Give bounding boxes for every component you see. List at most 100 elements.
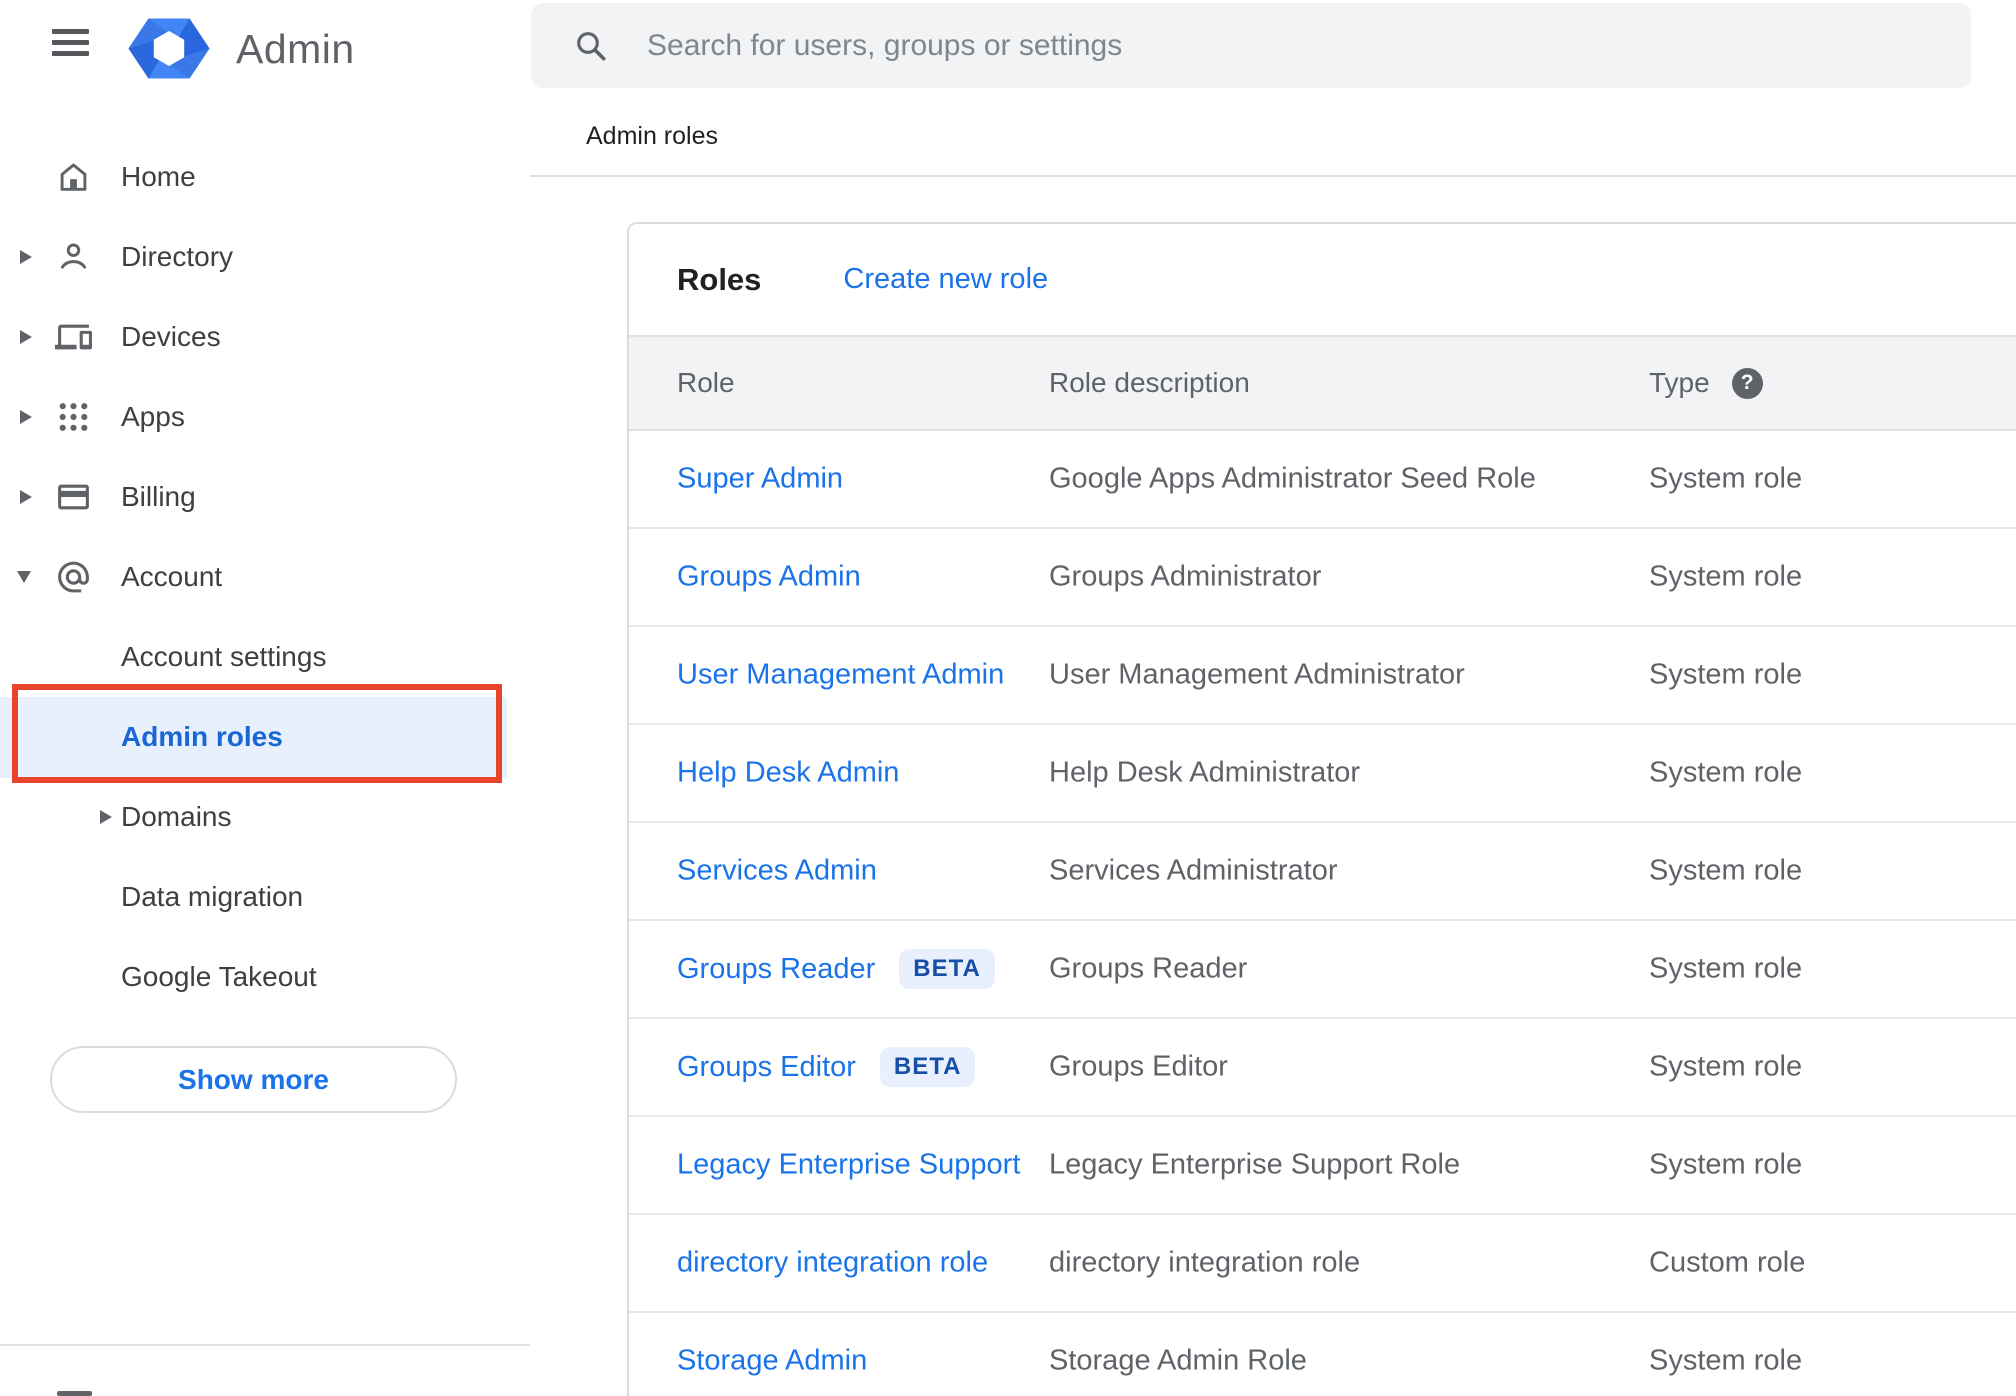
at-sign-icon bbox=[55, 559, 92, 596]
expand-caret-icon[interactable] bbox=[20, 490, 32, 504]
sidebar-item-devices[interactable]: Devices bbox=[0, 297, 530, 377]
sidebar-item-label: Directory bbox=[121, 241, 234, 272]
search-icon bbox=[577, 31, 606, 61]
menu-hamburger-icon[interactable] bbox=[52, 29, 89, 56]
show-more-button[interactable]: Show more bbox=[50, 1046, 457, 1113]
admin-console-page: Admin Admin roles Home Directory Devices Ap… bbox=[0, 0, 2016, 1396]
role-link[interactable]: Groups Reader bbox=[677, 953, 875, 986]
role-cell: directory integration role bbox=[677, 1247, 988, 1280]
role-cell: User Management Admin bbox=[677, 659, 1004, 692]
expand-caret-icon[interactable] bbox=[20, 410, 32, 424]
role-type: System role bbox=[1649, 1344, 1803, 1377]
person-icon bbox=[55, 239, 92, 276]
sidebar-item-label: Account bbox=[121, 561, 223, 592]
roles-table-body: Super Admin Google Apps Administrator See… bbox=[629, 431, 2016, 1396]
role-link[interactable]: Super Admin bbox=[677, 463, 843, 496]
expand-caret-icon[interactable] bbox=[20, 330, 32, 344]
sidebar-item-label: Data migration bbox=[121, 881, 304, 912]
sidebar-item-billing[interactable]: Billing bbox=[0, 457, 530, 537]
role-link[interactable]: directory integration role bbox=[677, 1247, 988, 1280]
role-cell: Super Admin bbox=[677, 463, 843, 496]
table-row: Storage Admin Storage Admin Role System ro… bbox=[629, 1313, 2016, 1396]
role-type: System role bbox=[1649, 1050, 1803, 1083]
sidebar-item-apps[interactable]: Apps bbox=[0, 377, 530, 457]
apps-grid-icon bbox=[55, 399, 92, 436]
role-type: System role bbox=[1649, 756, 1803, 789]
beta-badge: BETA bbox=[879, 1047, 976, 1087]
role-type: Custom role bbox=[1649, 1246, 1806, 1279]
credit-card-icon bbox=[55, 479, 92, 516]
sidebar-item-label: Apps bbox=[121, 401, 185, 432]
role-link[interactable]: Legacy Enterprise Support bbox=[677, 1149, 1020, 1182]
help-icon[interactable]: ? bbox=[1731, 367, 1763, 399]
sidebar-item-label: Admin roles bbox=[121, 721, 283, 752]
sidebar-item-domains[interactable]: Domains bbox=[0, 777, 530, 857]
create-new-role-link[interactable]: Create new role bbox=[843, 263, 1048, 296]
role-type: System role bbox=[1649, 952, 1803, 985]
role-description: Google Apps Administrator Seed Role bbox=[1049, 462, 1536, 495]
sidebar-item-admin-roles[interactable]: Admin roles bbox=[0, 697, 530, 778]
role-type: System role bbox=[1649, 1148, 1803, 1181]
roles-table-header: Role Role description Type ? bbox=[629, 335, 2016, 431]
role-description: Services Administrator bbox=[1049, 854, 1338, 887]
sidebar-item-home[interactable]: Home bbox=[0, 137, 530, 217]
role-type: System role bbox=[1649, 560, 1803, 593]
roles-card: Roles Create new role Role Role descript… bbox=[627, 222, 2016, 1396]
devices-icon bbox=[55, 319, 92, 356]
role-link[interactable]: Services Admin bbox=[677, 855, 877, 888]
role-description: Groups Reader bbox=[1049, 952, 1248, 985]
role-cell: Groups Reader BETA bbox=[677, 949, 995, 989]
role-link[interactable]: Help Desk Admin bbox=[677, 757, 899, 790]
roles-title: Roles bbox=[677, 261, 762, 297]
roles-card-header: Roles Create new role bbox=[629, 224, 2016, 335]
role-link[interactable]: Groups Editor bbox=[677, 1051, 856, 1084]
role-cell: Legacy Enterprise Support bbox=[677, 1149, 1020, 1182]
table-row: Services Admin Services Administrator Syst… bbox=[629, 823, 2016, 921]
column-header-type-label: Type bbox=[1649, 367, 1710, 398]
role-description: Storage Admin Role bbox=[1049, 1344, 1307, 1377]
expand-caret-icon[interactable] bbox=[100, 810, 112, 824]
table-row: Help Desk Admin Help Desk Administrator Sy… bbox=[629, 725, 2016, 823]
sidebar-item-label: Devices bbox=[121, 321, 221, 352]
role-description: Groups Administrator bbox=[1049, 560, 1322, 593]
sidebar-item-google-takeout[interactable]: Google Takeout bbox=[0, 937, 530, 1017]
role-link[interactable]: Storage Admin bbox=[677, 1345, 867, 1378]
role-description: User Management Administrator bbox=[1049, 658, 1465, 691]
role-cell: Groups Editor BETA bbox=[677, 1047, 976, 1087]
beta-badge: BETA bbox=[899, 949, 995, 989]
cutoff-icon bbox=[57, 1391, 92, 1396]
admin-hexagon-icon bbox=[128, 18, 210, 79]
search-bar[interactable] bbox=[531, 3, 1971, 88]
role-type: System role bbox=[1649, 854, 1803, 887]
google-admin-logo[interactable]: Admin bbox=[128, 18, 355, 79]
role-description: Legacy Enterprise Support Role bbox=[1049, 1148, 1461, 1181]
role-description: directory integration role bbox=[1049, 1246, 1361, 1279]
hamburger-bar bbox=[52, 51, 89, 56]
search-input[interactable] bbox=[647, 28, 1971, 63]
expand-caret-icon[interactable] bbox=[20, 250, 32, 264]
sidebar-item-label: Home bbox=[121, 161, 196, 192]
role-cell: Services Admin bbox=[677, 855, 877, 888]
sidebar-item-label: Google Takeout bbox=[121, 961, 317, 992]
role-cell: Help Desk Admin bbox=[677, 757, 899, 790]
hamburger-bar bbox=[52, 29, 89, 34]
role-type: System role bbox=[1649, 658, 1803, 691]
sidebar-nav: Home Directory Devices Apps Billing Account Ac… bbox=[0, 137, 530, 1017]
sidebar-item-data-migration[interactable]: Data migration bbox=[0, 857, 530, 937]
sidebar-item-account[interactable]: Account bbox=[0, 537, 530, 617]
app-title: Admin bbox=[236, 25, 355, 72]
sidebar-item-directory[interactable]: Directory bbox=[0, 217, 530, 297]
table-row: User Management Admin User Management Adm… bbox=[629, 627, 2016, 725]
role-link[interactable]: User Management Admin bbox=[677, 659, 1004, 692]
header-divider bbox=[530, 175, 2016, 177]
collapse-caret-icon[interactable] bbox=[17, 571, 31, 583]
table-row: Super Admin Google Apps Administrator See… bbox=[629, 431, 2016, 529]
role-type: System role bbox=[1649, 462, 1803, 495]
role-cell: Storage Admin bbox=[677, 1345, 867, 1378]
sidebar-item-account-settings[interactable]: Account settings bbox=[0, 617, 530, 697]
column-header-role: Role bbox=[677, 367, 735, 398]
home-icon bbox=[55, 159, 92, 196]
role-description: Groups Editor bbox=[1049, 1050, 1228, 1083]
role-link[interactable]: Groups Admin bbox=[677, 561, 861, 594]
sidebar-item-label: Billing bbox=[121, 481, 196, 512]
